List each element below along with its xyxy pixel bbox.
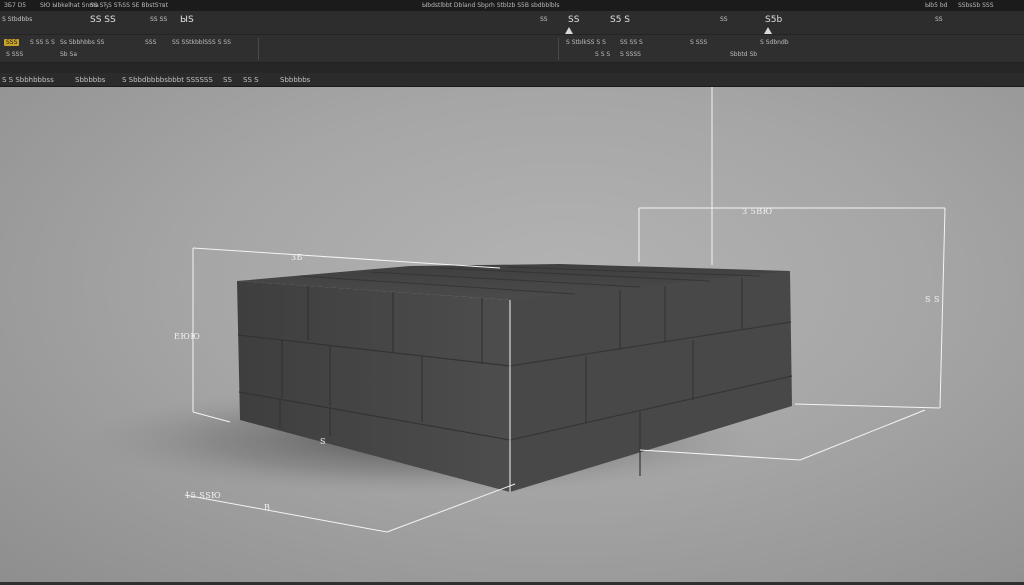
options-item[interactable]: Ѕbbbbbs [280,73,310,87]
ribbon-group[interactable]: ЅЅ ЅЅtkbblЅЅЅ Ѕ ЅЅ [172,39,231,46]
options-item[interactable]: Ѕbbbbbs [75,73,105,87]
document-title: Ыbdstlbbt Dbland Ѕbprh Ѕtblzb Ѕ5В sbdbbl… [422,2,560,9]
ribbon-group[interactable]: Ѕ ЅЅЅ [6,51,23,58]
toolbar-item[interactable]: Ѕ Ѕtbdbbs [2,16,32,23]
ribbon-group[interactable]: Ѕ ЅЅЅ [690,39,707,46]
ribbon-group[interactable]: Ѕb Ѕa [60,51,77,58]
dimension-label: Ѕ Ѕ [925,295,941,304]
options-bar: Ѕ Ѕ Ѕbbhbbbsѕ Ѕbbbbbs Ѕ Ѕbbdbbbbѕbbbt ЅЅ… [0,73,1024,87]
app-label: ЗБ7 D5 [4,2,27,9]
toolbar-item[interactable]: ЅЅ [720,16,728,23]
title-right-label: ЅЅbѕЅb ЅЅЅ [958,2,994,9]
ribbon-group[interactable]: Ѕ Ѕdbndb [760,39,789,46]
toolbar-item[interactable]: ЅЅ [540,16,548,23]
toolbar-item[interactable]: Ѕ5 Ѕ [610,15,630,25]
toolbar-item[interactable]: ЅЅ ЅЅ [150,16,167,23]
dimension-label: 3 5ВЮ [742,207,773,216]
ribbon-group[interactable]: Ѕ ЅtblkЅЅ Ѕ Ѕ [566,39,606,46]
options-item[interactable]: ЅЅ Ѕ [243,73,259,87]
toolbar-item[interactable]: ЅЅ [935,16,943,23]
ribbon-group[interactable]: ЅЅЅ [145,39,156,46]
dimension-label: В [264,503,271,512]
ribbon-group[interactable]: Ѕs Ѕbbhbbs ЅЅ [60,39,104,46]
ribbon-divider [558,38,559,60]
options-item[interactable]: Ѕ Ѕ Ѕbbhbbbsѕ [2,73,54,87]
toolbar-item[interactable]: ЅЅ ЅЅ [90,15,116,25]
dimension-label: Ѕ [320,437,326,446]
title-bar: ЗБ7 D5 ЅЮ Ыbkelhat Ѕnma ЅЅ ЅЂЅ ЅЋЅЅ ЅЕ В… [0,0,1024,11]
ribbon: ЅЅЅ Ѕ ЅЅ Ѕ Ѕ Ѕs Ѕbbhbbs ЅЅ ЅЅЅ ЅЅ ЅЅtkbb… [0,35,1024,63]
dimension-label: ЗБ [291,253,303,262]
menu-item[interactable]: ЅЅ ЅЂЅ ЅЋЅЅ ЅЕ ВbstЅтвt [90,0,168,11]
ribbon-group[interactable]: Ѕ Ѕ Ѕ [595,51,610,58]
toolbar-item[interactable]: ЫЅ [180,15,194,25]
main-toolbar: Ѕ Ѕtbdbbs ЅЅ ЅЅ ЅЅ ЅЅ ЫЅ ЅЅ ЅЅ Ѕ5 Ѕ ЅЅ Ѕ… [0,11,1024,35]
toolbar-item[interactable]: Ѕ5b [765,15,782,25]
dimension-label: ЕЮЮ [174,332,201,341]
3d-viewport[interactable]: ЗБ 3 5ВЮ ЕЮЮ Ѕ Ѕ 15 ЅЅЮ В Ѕ [0,87,1024,582]
ribbon-group[interactable]: ЅЅ ЅЅ Ѕ [620,39,643,46]
ribbon-divider [258,38,259,60]
title-right-label: Ыb5 bd [925,2,948,9]
ribbon-subbar [0,63,1024,73]
ribbon-group[interactable]: Ѕ ЅЅ Ѕ Ѕ [30,39,55,46]
toolbar-item[interactable]: ЅЅ [568,15,579,25]
ribbon-group[interactable]: Ѕbbtd Ѕb [730,51,757,58]
options-item[interactable]: ЅЅ [223,73,232,87]
file-button[interactable]: ЅЅЅ [4,39,20,46]
scene-canvas [80,87,946,533]
dimension-label: 15 ЅЅЮ [185,491,222,500]
ribbon-group[interactable]: Ѕ ЅЅЅЅ [620,51,641,58]
options-item[interactable]: Ѕ Ѕbbdbbbbѕbbbt ЅЅЅЅЅЅ [122,73,213,87]
